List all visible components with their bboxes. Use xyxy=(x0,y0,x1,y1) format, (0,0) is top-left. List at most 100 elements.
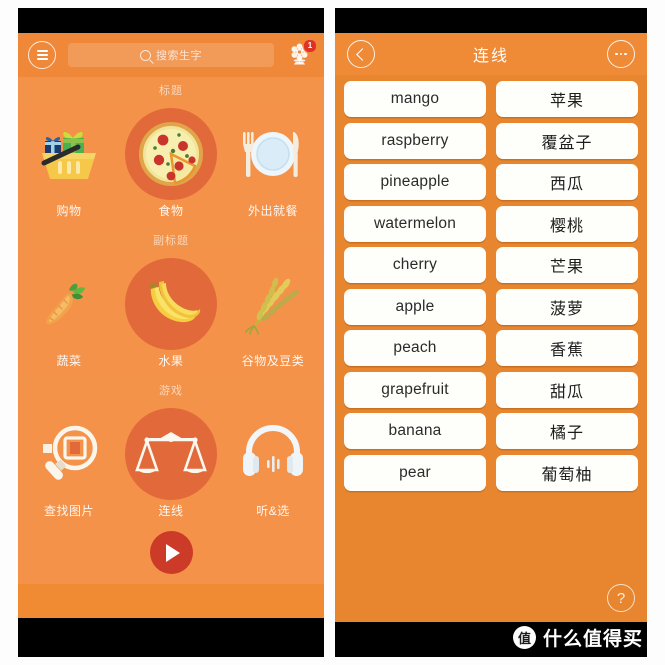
search-input[interactable]: 搜索生字 xyxy=(68,43,274,67)
tile-art xyxy=(227,408,319,500)
hamburger-menu-button[interactable] xyxy=(28,41,56,69)
chinese-word-card[interactable]: 芒果 xyxy=(496,247,638,283)
tile-vegetables[interactable]: 蔬菜 xyxy=(18,258,120,369)
chinese-word-card[interactable]: 樱桃 xyxy=(496,205,638,242)
pizza-icon xyxy=(139,122,203,186)
ellipsis-icon xyxy=(614,52,628,56)
settings-button[interactable]: 1 xyxy=(286,39,317,69)
card-text: 菠萝 xyxy=(549,300,584,318)
chinese-word-card[interactable]: 香蕉 xyxy=(496,330,638,366)
tile-art xyxy=(23,408,115,500)
question-mark-icon: ? xyxy=(616,589,626,607)
card-text: apple xyxy=(395,297,435,315)
tile-art xyxy=(125,258,217,350)
tile-listen-choose[interactable]: 听&选 xyxy=(222,408,324,519)
card-text: mango xyxy=(390,90,440,107)
match-row: banana 橘子 xyxy=(344,413,638,449)
tile-label: 水果 xyxy=(158,354,184,368)
english-word-card[interactable]: raspberry xyxy=(344,122,486,159)
chinese-word-card[interactable]: 西瓜 xyxy=(496,164,638,200)
card-text: 覆盆子 xyxy=(541,134,593,152)
chinese-word-card[interactable]: 苹果 xyxy=(496,81,638,117)
shopping-basket-gift-icon xyxy=(41,131,96,179)
tile-label: 购物 xyxy=(56,204,82,218)
tile-row-1: 购物 食物 外出就餐 xyxy=(18,102,324,227)
match-row: apple 菠萝 xyxy=(344,288,638,325)
balance-scale-icon xyxy=(135,432,207,474)
search-icon xyxy=(140,49,151,61)
card-text: cherry xyxy=(392,256,438,273)
chinese-word-card[interactable]: 橘子 xyxy=(496,413,638,449)
play-row xyxy=(18,527,324,584)
english-word-card[interactable]: watermelon xyxy=(344,205,486,242)
tile-matching-game[interactable]: 连线 xyxy=(120,408,222,519)
card-text: 香蕉 xyxy=(549,342,584,359)
card-text: pineapple xyxy=(380,173,450,190)
tile-dining-out[interactable]: 外出就餐 xyxy=(222,108,324,219)
card-text: watermelon xyxy=(373,214,457,232)
carrot-icon xyxy=(46,283,85,325)
tile-grains[interactable]: 谷物及豆类 xyxy=(222,258,324,369)
english-word-card[interactable]: peach xyxy=(344,330,486,366)
tile-label: 外出就餐 xyxy=(247,204,298,218)
watermark-text: 什么值得买 xyxy=(542,629,643,650)
card-text: 芒果 xyxy=(549,259,584,276)
notification-badge: 1 xyxy=(303,39,317,53)
card-text: peach xyxy=(393,339,437,356)
play-button[interactable] xyxy=(149,531,193,574)
english-word-card[interactable]: grapefruit xyxy=(344,371,486,408)
section-heading-2: 副标题 xyxy=(18,227,324,252)
match-row: pineapple 西瓜 xyxy=(344,164,638,200)
back-button[interactable] xyxy=(347,40,375,68)
more-options-button[interactable] xyxy=(607,40,635,68)
match-row: peach 香蕉 xyxy=(344,330,638,366)
match-row: cherry 芒果 xyxy=(344,247,638,283)
tile-art xyxy=(23,108,115,200)
tile-food[interactable]: 食物 xyxy=(120,108,222,219)
tile-find-picture[interactable]: 查找图片 xyxy=(18,408,120,519)
headphones-icon xyxy=(243,425,303,476)
fork-plate-knife-icon xyxy=(243,132,299,177)
chinese-word-card[interactable]: 甜瓜 xyxy=(496,371,638,408)
wheat-icon xyxy=(245,277,299,335)
right-phone-frame: 连线 mango 苹果 raspberry 覆盆子 pineapple 西瓜 w… xyxy=(335,8,647,657)
chinese-word-card[interactable]: 菠萝 xyxy=(496,288,638,325)
card-text: grapefruit xyxy=(381,380,449,398)
page-title: 连线 xyxy=(472,48,509,65)
tile-row-3: 查找图片 连线 听&选 xyxy=(18,402,324,527)
tile-row-2: 蔬菜 水果 谷物及豆类 xyxy=(18,252,324,377)
tile-fruits[interactable]: 水果 xyxy=(120,258,222,369)
tile-label: 连线 xyxy=(158,504,184,518)
help-button[interactable]: ? xyxy=(607,584,635,612)
matching-game-area: mango 苹果 raspberry 覆盆子 pineapple 西瓜 wate… xyxy=(335,75,647,622)
card-text: 西瓜 xyxy=(549,176,584,193)
card-text: 葡萄柚 xyxy=(541,466,593,484)
card-text: 橘子 xyxy=(549,425,584,442)
navigation-bar: 连线 xyxy=(335,33,647,75)
watermark: 值 什么值得买 xyxy=(512,624,643,651)
watermark-logo: 值 xyxy=(512,626,536,649)
tile-shopping[interactable]: 购物 xyxy=(18,108,120,219)
match-row: mango 苹果 xyxy=(344,81,638,117)
tile-label: 谷物及豆类 xyxy=(241,354,305,368)
tile-label: 食物 xyxy=(158,204,184,218)
match-row: grapefruit 甜瓜 xyxy=(344,371,638,408)
match-row: pear 葡萄柚 xyxy=(344,454,638,491)
chinese-word-card[interactable]: 葡萄柚 xyxy=(496,454,638,491)
english-word-card[interactable]: cherry xyxy=(344,247,486,283)
english-word-card[interactable]: mango xyxy=(344,81,486,117)
chinese-word-card[interactable]: 覆盆子 xyxy=(496,122,638,159)
left-phone-screen: 搜索生字 1 标题 购物 食物 外出就餐 副标题 蔬菜 水果 谷物及豆类 游戏 … xyxy=(18,33,324,618)
english-word-card[interactable]: pineapple xyxy=(344,164,486,200)
card-text: pear xyxy=(399,463,431,481)
match-row: raspberry 覆盆子 xyxy=(344,122,638,159)
magnifier-picture-icon xyxy=(43,425,98,480)
english-word-card[interactable]: apple xyxy=(344,288,486,325)
english-word-card[interactable]: pear xyxy=(344,454,486,491)
match-row: watermelon 樱桃 xyxy=(344,205,638,242)
tile-label: 查找图片 xyxy=(43,504,94,518)
left-phone-frame: 搜索生字 1 标题 购物 食物 外出就餐 副标题 蔬菜 水果 谷物及豆类 游戏 … xyxy=(18,8,324,657)
english-word-card[interactable]: banana xyxy=(344,413,486,449)
search-placeholder: 搜索生字 xyxy=(156,50,202,62)
screenshot-root: 搜索生字 1 标题 购物 食物 外出就餐 副标题 蔬菜 水果 谷物及豆类 游戏 … xyxy=(0,0,665,665)
